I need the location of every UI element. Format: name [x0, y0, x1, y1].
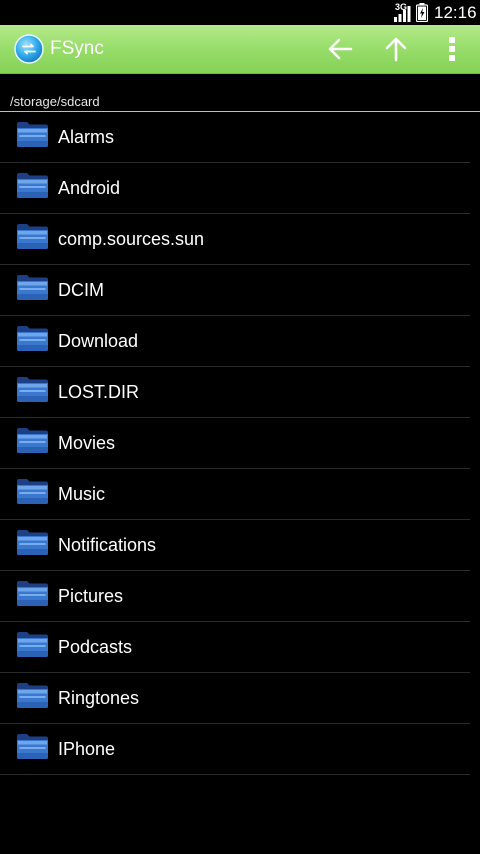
folder-name: IPhone: [58, 739, 116, 759]
up-directory-button[interactable]: [368, 25, 424, 73]
folder-name: DCIM: [58, 280, 104, 300]
folder-icon: [17, 632, 48, 657]
folder-name: Podcasts: [58, 637, 133, 657]
folder-icon: [17, 377, 48, 402]
folder-icon: [17, 275, 48, 300]
back-arrow-icon: [328, 38, 353, 60]
overflow-menu-icon: [449, 37, 455, 61]
folder-row-pictures[interactable]: Pictures: [0, 571, 470, 622]
folder-row-alarms[interactable]: Alarms: [0, 112, 470, 163]
folder-row-lost-dir[interactable]: LOST.DIR: [0, 367, 470, 418]
folder-row-iphone[interactable]: IPhone: [0, 724, 470, 775]
folder-name: Notifications: [58, 535, 157, 555]
folder-icon: [17, 224, 48, 249]
current-path: /storage/sdcard: [10, 94, 100, 109]
folder-list: Alarms Android comp.sources.sun DCIM Dow…: [0, 112, 470, 775]
battery-icon: [416, 3, 428, 22]
fsync-logo-icon[interactable]: [14, 34, 44, 64]
back-button[interactable]: [312, 25, 368, 73]
folder-row-podcasts[interactable]: Podcasts: [0, 622, 470, 673]
folder-name: Movies: [58, 433, 116, 453]
folder-icon: [17, 479, 48, 504]
folder-name: Download: [58, 331, 139, 351]
folder-icon: [17, 530, 48, 555]
folder-icon: [17, 326, 48, 351]
app-title: FSync: [50, 38, 104, 59]
status-bar: 3G 12:16: [0, 0, 480, 25]
path-header: /storage/sdcard: [0, 91, 480, 112]
folder-name: Alarms: [58, 127, 115, 147]
folder-icon: [17, 683, 48, 708]
folder-icon: [17, 581, 48, 606]
folder-name: Android: [58, 178, 121, 198]
folder-icon: [17, 122, 48, 147]
folder-row-android[interactable]: Android: [0, 163, 470, 214]
folder-row-download[interactable]: Download: [0, 316, 470, 367]
folder-row-music[interactable]: Music: [0, 469, 470, 520]
signal-icon: [394, 6, 411, 22]
action-bar: FSync: [0, 25, 480, 74]
folder-icon: [17, 173, 48, 198]
folder-row-ringtones[interactable]: Ringtones: [0, 673, 470, 724]
folder-name: LOST.DIR: [58, 382, 140, 402]
folder-row-notifications[interactable]: Notifications: [0, 520, 470, 571]
clock: 12:16: [434, 3, 477, 22]
folder-row-dcim[interactable]: DCIM: [0, 265, 470, 316]
folder-icon: [17, 734, 48, 759]
up-arrow-icon: [385, 37, 407, 62]
folder-name: comp.sources.sun: [58, 229, 205, 249]
folder-row-movies[interactable]: Movies: [0, 418, 470, 469]
folder-name: Pictures: [58, 586, 124, 606]
folder-name: Ringtones: [58, 688, 140, 708]
overflow-menu-button[interactable]: [424, 25, 480, 73]
folder-icon: [17, 428, 48, 453]
folder-name: Music: [58, 484, 106, 504]
folder-row-comp-sources-sun[interactable]: comp.sources.sun: [0, 214, 470, 265]
